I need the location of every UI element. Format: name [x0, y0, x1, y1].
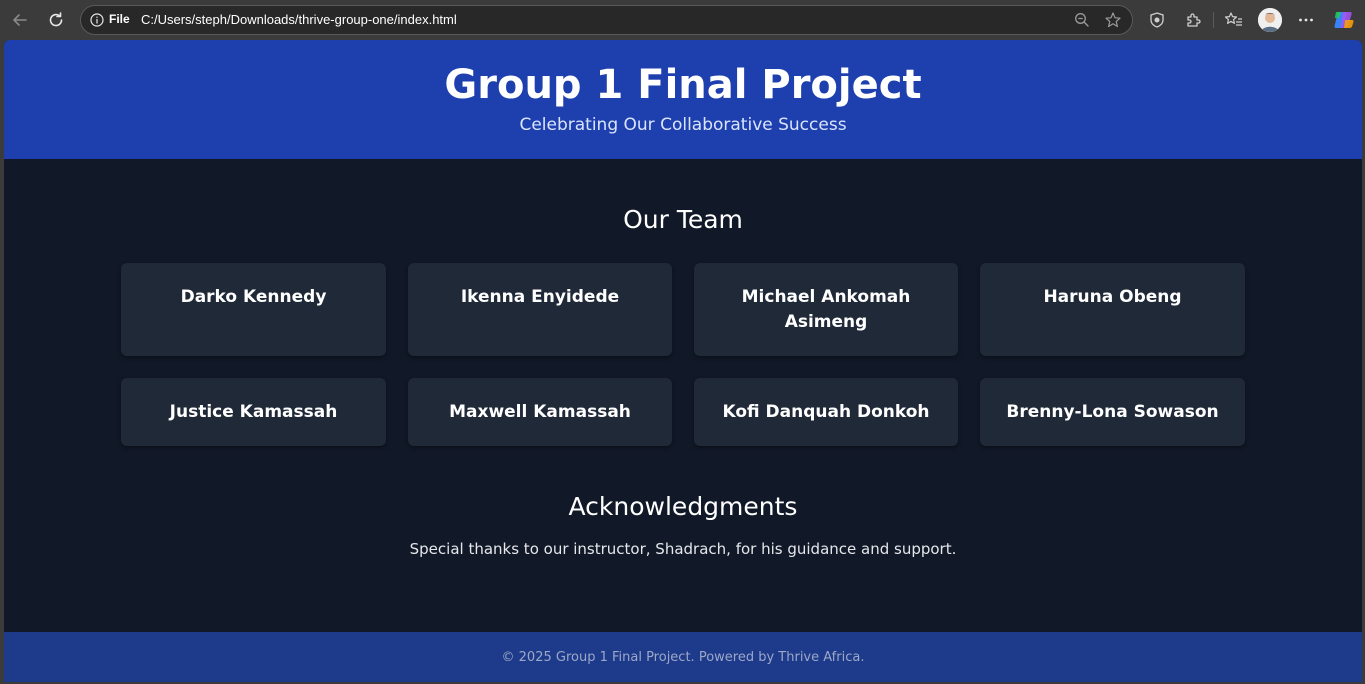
site-footer: © 2025 Group 1 Final Project. Powered by… [4, 632, 1362, 682]
team-member-card: Kofi Danquah Donkoh [694, 378, 958, 446]
shield-icon [1150, 12, 1164, 28]
team-section-title: Our Team [623, 205, 743, 234]
team-member-name: Michael Ankomah Asimeng [741, 287, 911, 332]
footer-text: © 2025 Group 1 Final Project. Powered by… [501, 649, 865, 665]
team-member-card: Michael Ankomah Asimeng [694, 263, 958, 356]
profile-avatar-icon [1258, 8, 1282, 32]
tracking-prevention-button[interactable] [1147, 10, 1167, 30]
file-label: File [109, 12, 130, 26]
team-member-card: Ikenna Enyidede [408, 263, 672, 356]
extensions-button[interactable] [1183, 10, 1203, 30]
reload-button[interactable] [43, 7, 69, 33]
page-viewport: Group 1 Final Project Celebrating Our Co… [4, 40, 1362, 682]
address-bar[interactable]: File C:/Users/steph/Downloads/thrive-gro… [80, 5, 1133, 35]
favorite-star-icon[interactable] [1104, 11, 1122, 29]
copilot-icon [1334, 12, 1354, 28]
team-member-name: Kofi Danquah Donkoh [722, 401, 930, 422]
reload-icon [49, 12, 63, 27]
favorites-list-icon [1224, 12, 1242, 26]
acknowledgments-text: Special thanks to our instructor, Shadra… [409, 540, 957, 558]
back-arrow-icon [13, 14, 27, 26]
team-member-name: Brenny-Lona Sowason [1006, 401, 1219, 422]
team-member-name: Haruna Obeng [1043, 287, 1182, 307]
team-member-name: Ikenna Enyidede [460, 287, 620, 307]
info-icon[interactable] [90, 13, 104, 27]
back-button[interactable] [7, 7, 33, 33]
copilot-button[interactable] [1332, 8, 1356, 32]
browser-toolbar: File C:/Users/steph/Downloads/thrive-gro… [0, 0, 1365, 40]
team-member-name: Maxwell Kamassah [449, 401, 631, 422]
team-member-name: Darko Kennedy [180, 287, 327, 307]
team-member-card: Haruna Obeng [980, 263, 1245, 356]
team-member-card: Brenny-Lona Sowason [980, 378, 1245, 446]
page-subtitle: Celebrating Our Collaborative Success [519, 115, 847, 135]
more-menu-button[interactable] [1296, 10, 1316, 30]
acknowledgments-section-title: Acknowledgments [568, 492, 798, 521]
team-member-card: Justice Kamassah [121, 378, 386, 446]
toolbar-divider [1213, 12, 1214, 28]
url-text[interactable]: C:/Users/steph/Downloads/thrive-group-on… [141, 12, 457, 27]
team-member-name: Justice Kamassah [169, 401, 338, 422]
team-member-card: Maxwell Kamassah [408, 378, 672, 446]
page-title: Group 1 Final Project [444, 62, 922, 108]
zoom-icon[interactable] [1074, 12, 1090, 28]
puzzle-icon [1187, 13, 1201, 27]
favorites-button[interactable] [1224, 10, 1244, 30]
profile-avatar[interactable] [1258, 8, 1282, 32]
team-member-card: Darko Kennedy [121, 263, 386, 356]
site-header: Group 1 Final Project Celebrating Our Co… [4, 40, 1362, 159]
more-dots-icon [1299, 18, 1313, 22]
